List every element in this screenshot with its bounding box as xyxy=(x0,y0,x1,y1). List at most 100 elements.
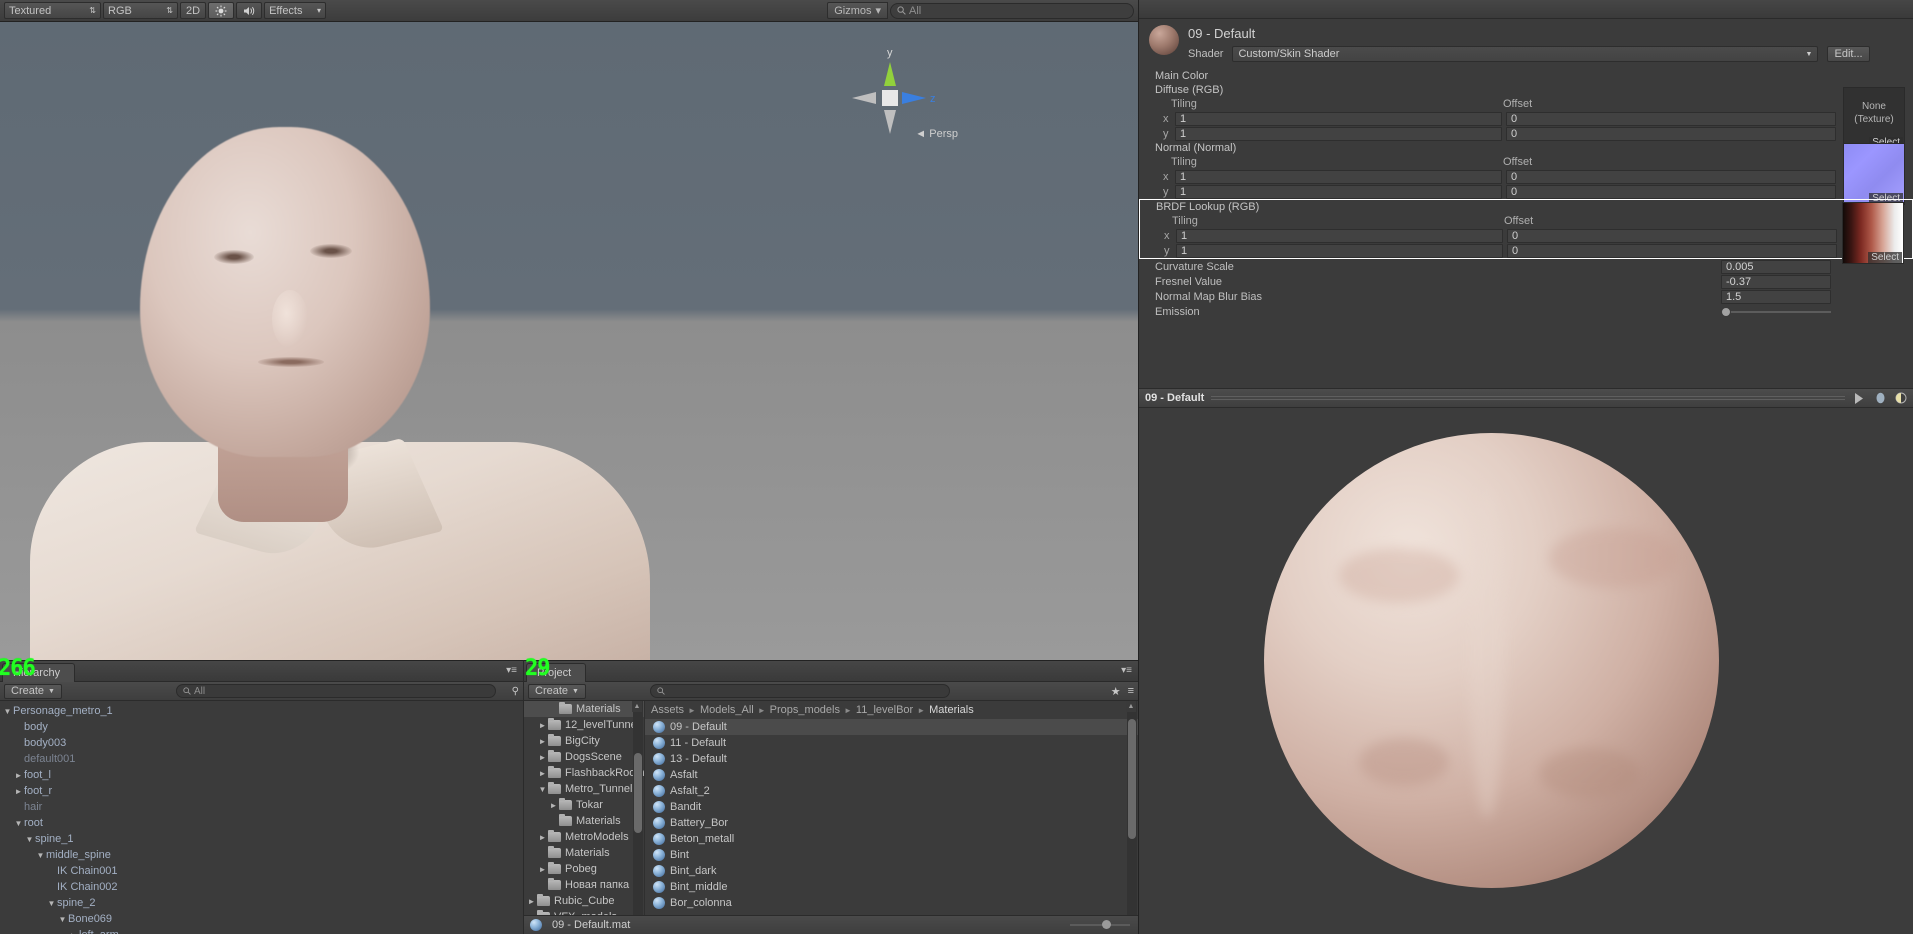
folder-item[interactable]: ►12_levelTunnel xyxy=(524,717,644,733)
hierarchy-item[interactable]: ►hair xyxy=(0,799,523,815)
hierarchy-item[interactable]: ►foot_r xyxy=(0,783,523,799)
hierarchy-item[interactable]: ▼Bone069 xyxy=(0,911,523,927)
tree-toggle-icon[interactable]: ▼ xyxy=(2,707,13,716)
asset-item[interactable]: Bor_colonna xyxy=(645,895,1138,911)
tiling-field[interactable]: 1 xyxy=(1175,112,1502,126)
folder-list[interactable]: ►Materials►12_levelTunnel►BigCity►DogsSc… xyxy=(524,701,644,934)
tree-toggle-icon[interactable]: ► xyxy=(526,897,537,906)
texture-select-button[interactable]: Select xyxy=(1868,252,1902,263)
folder-item[interactable]: ►FlashbackRoom xyxy=(524,765,644,781)
tree-toggle-icon[interactable]: ► xyxy=(537,737,548,746)
tree-toggle-icon[interactable]: ► xyxy=(537,865,548,874)
tree-toggle-icon[interactable]: ▼ xyxy=(537,785,548,794)
tree-toggle-icon[interactable]: ▼ xyxy=(46,899,57,908)
texture-slot[interactable]: Select xyxy=(1843,143,1905,205)
folder-scroll-thumb[interactable] xyxy=(634,753,642,833)
texture-slot[interactable]: Select xyxy=(1842,202,1904,264)
scroll-up-icon[interactable]: ▲ xyxy=(632,701,642,712)
tree-toggle-icon[interactable]: ▼ xyxy=(13,819,24,828)
slider-knob[interactable] xyxy=(1721,307,1731,317)
folder-item[interactable]: ►Tokar xyxy=(524,797,644,813)
shader-edit-button[interactable]: Edit... xyxy=(1827,46,1869,62)
hierarchy-options-icon[interactable]: ▾≡ xyxy=(506,665,517,676)
project-options-icon[interactable]: ▾≡ xyxy=(1121,665,1132,676)
toggle-2d-button[interactable]: 2D xyxy=(180,2,206,19)
color-mode-dropdown[interactable]: RGB ⇅ xyxy=(103,2,178,19)
hierarchy-item[interactable]: ►IK Chain001 xyxy=(0,863,523,879)
hierarchy-item[interactable]: ▼spine_2 xyxy=(0,895,523,911)
asset-item[interactable]: Beton_metall xyxy=(645,831,1138,847)
asset-scroll-thumb[interactable] xyxy=(1128,719,1136,839)
hierarchy-item[interactable]: ▼spine_1 xyxy=(0,831,523,847)
tree-toggle-icon[interactable]: ► xyxy=(13,771,24,780)
tree-toggle-icon[interactable]: ► xyxy=(68,931,79,934)
zoom-knob[interactable] xyxy=(1102,920,1111,929)
scroll-up-icon[interactable]: ▲ xyxy=(1126,701,1136,712)
effects-dropdown[interactable]: Effects ▾ xyxy=(264,2,326,19)
draw-mode-dropdown[interactable]: Textured ⇅ xyxy=(4,2,101,19)
folder-item[interactable]: ►Pobeg xyxy=(524,861,644,877)
folder-item[interactable]: ►MetroModels xyxy=(524,829,644,845)
hierarchy-item[interactable]: ►foot_l xyxy=(0,767,523,783)
project-zoom-slider[interactable] xyxy=(1070,919,1130,930)
hierarchy-item[interactable]: ►default001 xyxy=(0,751,523,767)
asset-item[interactable]: 13 - Default xyxy=(645,751,1138,767)
tiling-field[interactable]: 1 xyxy=(1176,229,1503,243)
tree-toggle-icon[interactable]: ▼ xyxy=(24,835,35,844)
folder-item[interactable]: ►BigCity xyxy=(524,733,644,749)
asset-item[interactable]: 09 - Default xyxy=(645,719,1138,735)
hierarchy-search-input[interactable]: All xyxy=(176,684,496,698)
folder-item[interactable]: ►Новая папка xyxy=(524,877,644,893)
projection-mode-label[interactable]: ◄ Persp xyxy=(915,128,958,140)
offset-field[interactable]: 0 xyxy=(1506,112,1836,126)
tree-toggle-icon[interactable]: ▼ xyxy=(57,915,68,924)
breadcrumb[interactable]: Assets►Models_All►Props_models►11_levelB… xyxy=(645,701,1138,719)
asset-item[interactable]: Bint xyxy=(645,847,1138,863)
tiling-field[interactable]: 1 xyxy=(1175,127,1502,141)
folder-item[interactable]: ▼Metro_Tunnel xyxy=(524,781,644,797)
hierarchy-item[interactable]: ▼middle_spine xyxy=(0,847,523,863)
offset-field[interactable]: 0 xyxy=(1506,170,1836,184)
asset-item[interactable]: Bint_dark xyxy=(645,863,1138,879)
scene-lighting-toggle[interactable] xyxy=(208,2,234,19)
hierarchy-item[interactable]: ►body xyxy=(0,719,523,735)
project-filter-icon[interactable]: ≡ xyxy=(1128,685,1134,698)
tree-toggle-icon[interactable]: ► xyxy=(13,787,24,796)
shader-dropdown[interactable]: Custom/Skin Shader ▼ xyxy=(1232,46,1818,62)
tree-toggle-icon[interactable]: ► xyxy=(537,721,548,730)
numeric-property-field[interactable]: 0.005 xyxy=(1721,260,1831,274)
tree-toggle-icon[interactable]: ► xyxy=(548,801,559,810)
hierarchy-item[interactable]: ▼Personage_metro_1 xyxy=(0,703,523,719)
tiling-field[interactable]: 1 xyxy=(1176,244,1503,258)
hierarchy-tree[interactable]: ▼Personage_metro_1►body►body003►default0… xyxy=(0,701,523,934)
asset-item[interactable]: 11 - Default xyxy=(645,735,1138,751)
emission-slider[interactable] xyxy=(1721,305,1831,319)
hierarchy-lock-icon[interactable]: ⚲ xyxy=(512,686,519,697)
asset-item[interactable]: Battery_Bor xyxy=(645,815,1138,831)
offset-field[interactable]: 0 xyxy=(1507,244,1837,258)
numeric-property-field[interactable]: -0.37 xyxy=(1721,275,1831,289)
folder-item[interactable]: ►Materials xyxy=(524,701,644,717)
sphere-icon[interactable] xyxy=(1873,391,1887,405)
project-search-input[interactable] xyxy=(650,684,950,698)
tree-toggle-icon[interactable]: ► xyxy=(537,753,548,762)
project-folder-tree[interactable]: ►Materials►12_levelTunnel►BigCity►DogsSc… xyxy=(524,701,644,934)
asset-item[interactable]: Bandit xyxy=(645,799,1138,815)
texture-slot[interactable]: None(Texture)Select xyxy=(1843,87,1905,149)
hierarchy-create-button[interactable]: Create ▼ xyxy=(4,684,62,699)
breadcrumb-item[interactable]: Materials xyxy=(929,704,974,716)
asset-scrollbar[interactable]: ▲ ▼ xyxy=(1127,701,1137,934)
offset-field[interactable]: 0 xyxy=(1506,127,1836,141)
breadcrumb-item[interactable]: Props_models xyxy=(770,704,840,716)
project-asset-list[interactable]: Assets►Models_All►Props_models►11_levelB… xyxy=(644,701,1138,934)
project-create-button[interactable]: Create ▼ xyxy=(528,684,586,699)
breadcrumb-item[interactable]: Assets xyxy=(651,704,684,716)
folder-scrollbar[interactable]: ▲ ▼ xyxy=(633,701,643,934)
asset-items[interactable]: 09 - Default11 - Default13 - DefaultAsfa… xyxy=(645,719,1138,911)
folder-item[interactable]: ►Rubic_Cube xyxy=(524,893,644,909)
tree-toggle-icon[interactable]: ▼ xyxy=(35,851,46,860)
tiling-field[interactable]: 1 xyxy=(1175,185,1502,199)
material-preview[interactable] xyxy=(1139,408,1913,934)
offset-field[interactable]: 0 xyxy=(1507,229,1837,243)
breadcrumb-item[interactable]: Models_All xyxy=(700,704,754,716)
